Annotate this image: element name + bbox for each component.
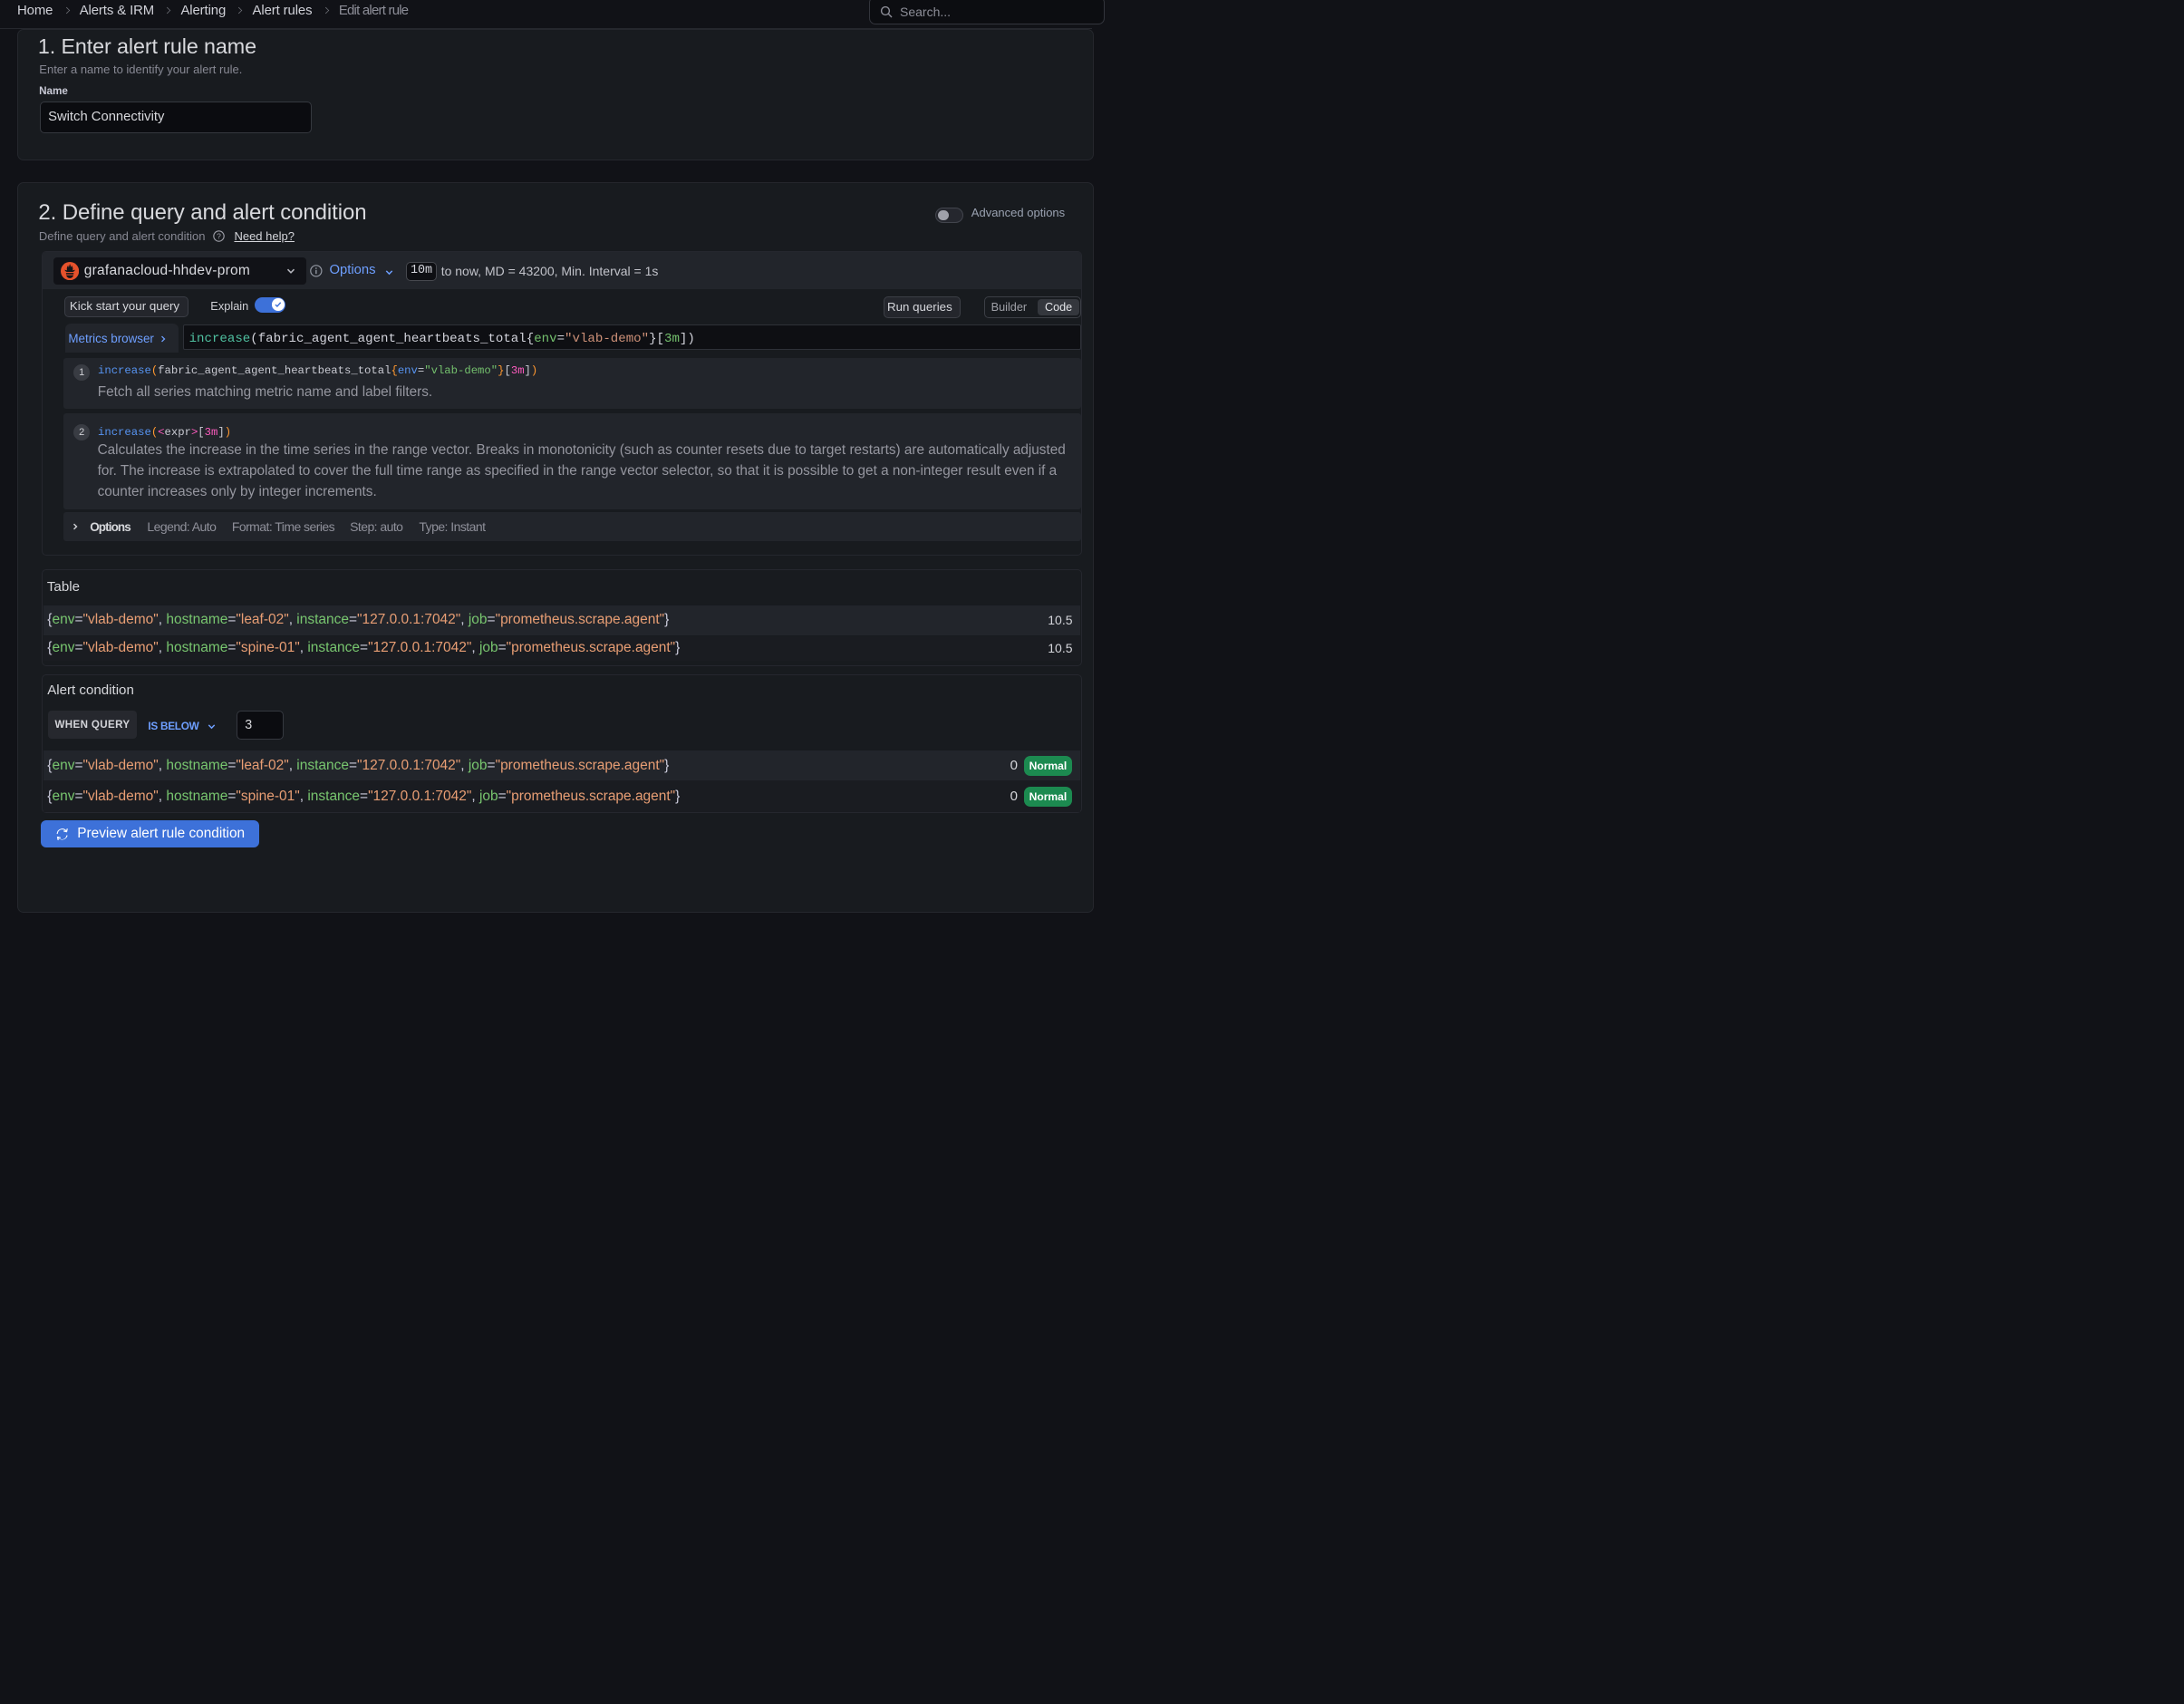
svg-text:?: ? xyxy=(217,231,222,240)
